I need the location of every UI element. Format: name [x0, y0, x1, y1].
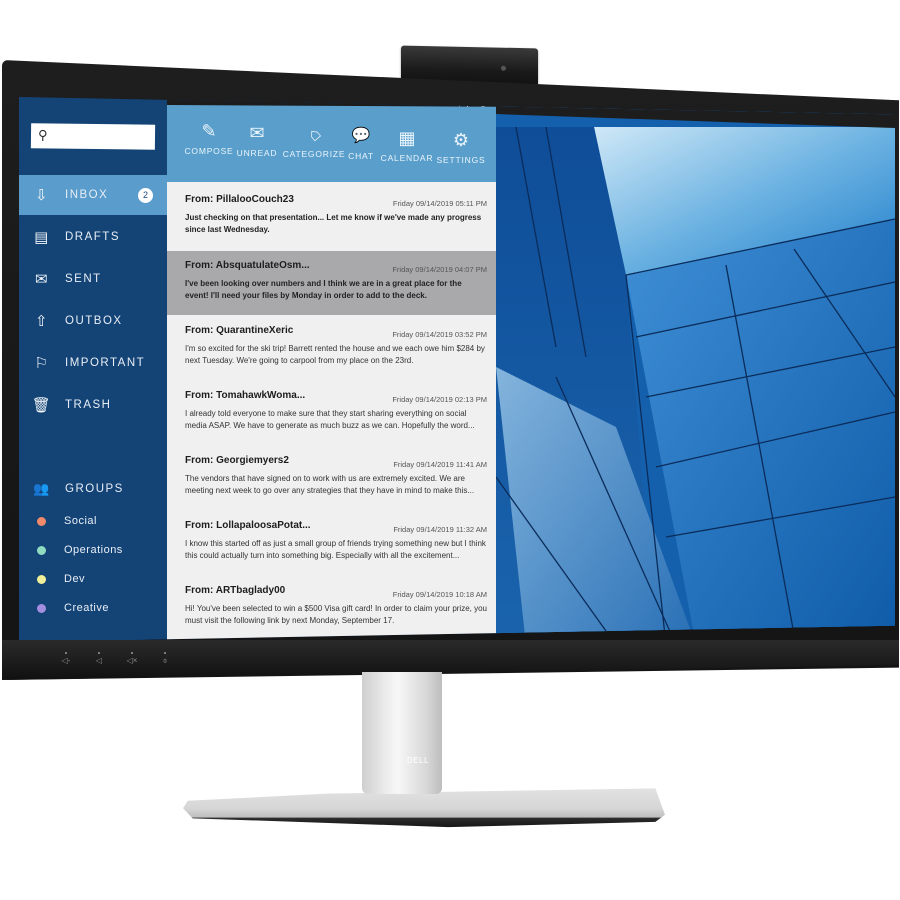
toolbar-label: SETTINGS [436, 155, 486, 165]
monitor-screen: – ❐ ✕ – ❐ ✕ ⚲ ⇩ INBOX 2 ▤ DRAFTS ✉ SENT … [19, 97, 895, 642]
email-preview: The vendors that have signed on to work … [185, 474, 475, 495]
sidebar-item-label: DRAFTS [65, 231, 120, 243]
sidebar-item-inbox[interactable]: ⇩ INBOX 2 [19, 175, 167, 215]
toolbar-label: CALENDAR [380, 153, 434, 163]
group-color-dot [37, 516, 46, 526]
group-item-operations[interactable]: Operations [19, 537, 167, 563]
email-date: Friday 09/14/2019 11:32 AM [393, 525, 487, 534]
group-item-creative[interactable]: Creative [19, 595, 167, 621]
volume-button[interactable]: ◁ [93, 652, 105, 668]
email-preview: Just checking on that presentation... Le… [185, 213, 482, 234]
sidebar-item-label: IMPORTANT [65, 357, 146, 369]
group-color-dot [37, 545, 46, 555]
email-list-item[interactable]: From: Georgiemyers2 Friday 09/14/2019 11… [167, 446, 496, 510]
calendar-button[interactable]: ▦ CALENDAR [377, 126, 437, 163]
email-date: Friday 09/14/2019 05:11 PM [392, 199, 487, 208]
email-list: From: PillalooCouch23 Friday 09/14/2019 … [167, 182, 496, 642]
email-preview: I'm so excited for the ski trip! Barrett… [185, 344, 485, 365]
sidebar-item-trash[interactable]: 🗑 TRASH [19, 385, 167, 425]
dell-logo: DELL [407, 756, 430, 765]
email-date: Friday 09/14/2019 02:13 PM [392, 395, 487, 404]
sent-icon: ✉ [34, 271, 50, 288]
mail-toolbar: ✎ COMPOSE ✉ UNREAD ⌂ CATEGORIZE 💬 CHAT ▦… [167, 105, 496, 190]
volume-down-button[interactable]: ◁- [60, 652, 72, 668]
sidebar-item-label: OUTBOX [65, 315, 123, 327]
monitor-stand-neck: DELL [362, 672, 442, 794]
desktop-wallpaper [495, 97, 895, 642]
mic-mute-button[interactable]: ⌽ [159, 652, 171, 668]
unread-button[interactable]: ✉ UNREAD [227, 121, 287, 158]
settings-button[interactable]: ⚙ SETTINGS [431, 128, 491, 165]
calendar-icon: ▦ [398, 128, 416, 148]
group-label: Social [64, 515, 97, 527]
group-label: Operations [64, 544, 123, 556]
drafts-icon: ▤ [34, 229, 50, 246]
inbox-icon: ⇩ [34, 187, 50, 204]
group-color-dot [37, 603, 46, 613]
email-list-item-selected[interactable]: From: AbsquatulateOsm... Friday 09/14/20… [167, 251, 496, 315]
email-date: Friday 09/14/2019 04:07 PM [392, 265, 487, 274]
sidebar-item-sent[interactable]: ✉ SENT [19, 259, 167, 299]
sidebar-item-important[interactable]: ⚐ IMPORTANT [19, 343, 167, 383]
email-preview: I know this started off as just a small … [185, 539, 486, 560]
email-list-item[interactable]: From: QuarantineXeric Friday 09/14/2019 … [167, 316, 496, 380]
envelope-icon: ✉ [249, 123, 265, 143]
email-list-item[interactable]: From: PillalooCouch23 Friday 09/14/2019 … [167, 185, 496, 249]
volume-down-icon: ◁- [61, 656, 71, 665]
group-label: Creative [64, 602, 109, 614]
group-item-social[interactable]: Social [19, 508, 167, 534]
groups-label: GROUPS [65, 483, 124, 495]
mute-button[interactable]: ◁× [126, 652, 138, 668]
webcam-lens [501, 65, 506, 71]
sidebar-groups-header[interactable]: 👥 GROUPS [19, 469, 167, 509]
email-preview: I've been looking over numbers and I thi… [185, 279, 462, 300]
group-color-dot [37, 574, 46, 584]
sidebar-item-label: SENT [65, 273, 102, 285]
search-icon: ⚲ [37, 127, 48, 143]
outbox-icon: ⇧ [34, 313, 50, 330]
email-list-item[interactable]: From: LollapaloosaPotat... Friday 09/14/… [167, 511, 496, 575]
groups-icon: 👥 [33, 481, 51, 496]
mail-sidebar: ⚲ ⇩ INBOX 2 ▤ DRAFTS ✉ SENT ⇧ OUTBOX ⚐ I… [19, 97, 167, 642]
email-date: Friday 09/14/2019 03:52 PM [392, 330, 487, 339]
gear-icon: ⚙ [452, 130, 470, 150]
volume-icon: ◁ [95, 656, 103, 665]
sidebar-item-label: INBOX [65, 189, 109, 201]
email-preview: I already told everyone to make sure tha… [185, 409, 475, 430]
sidebar-item-drafts[interactable]: ▤ DRAFTS [19, 217, 167, 257]
email-list-item[interactable]: From: TomahawkWoma... Friday 09/14/2019 … [167, 381, 496, 445]
mute-icon: ◁× [126, 656, 138, 665]
email-list-item[interactable]: From: ARTbaglady00 Friday 09/14/2019 10:… [167, 576, 496, 640]
flag-icon: ⚐ [34, 355, 50, 372]
email-date: Friday 09/14/2019 10:18 AM [392, 590, 487, 599]
group-label: Dev [64, 573, 86, 585]
search-input[interactable]: ⚲ [30, 123, 156, 150]
email-preview: Hi! You've been selected to win a $500 V… [185, 604, 487, 625]
email-date: Friday 09/14/2019 11:41 AM [393, 460, 487, 469]
mic-mute-icon: ⌽ [162, 656, 168, 665]
group-item-dev[interactable]: Dev [19, 566, 167, 592]
wallpaper-image [495, 97, 895, 642]
sidebar-item-label: TRASH [65, 399, 112, 411]
trash-icon: 🗑 [31, 397, 53, 414]
unread-count-badge: 2 [138, 187, 153, 203]
toolbar-label: UNREAD [236, 148, 278, 158]
sidebar-item-outbox[interactable]: ⇧ OUTBOX [19, 301, 167, 341]
